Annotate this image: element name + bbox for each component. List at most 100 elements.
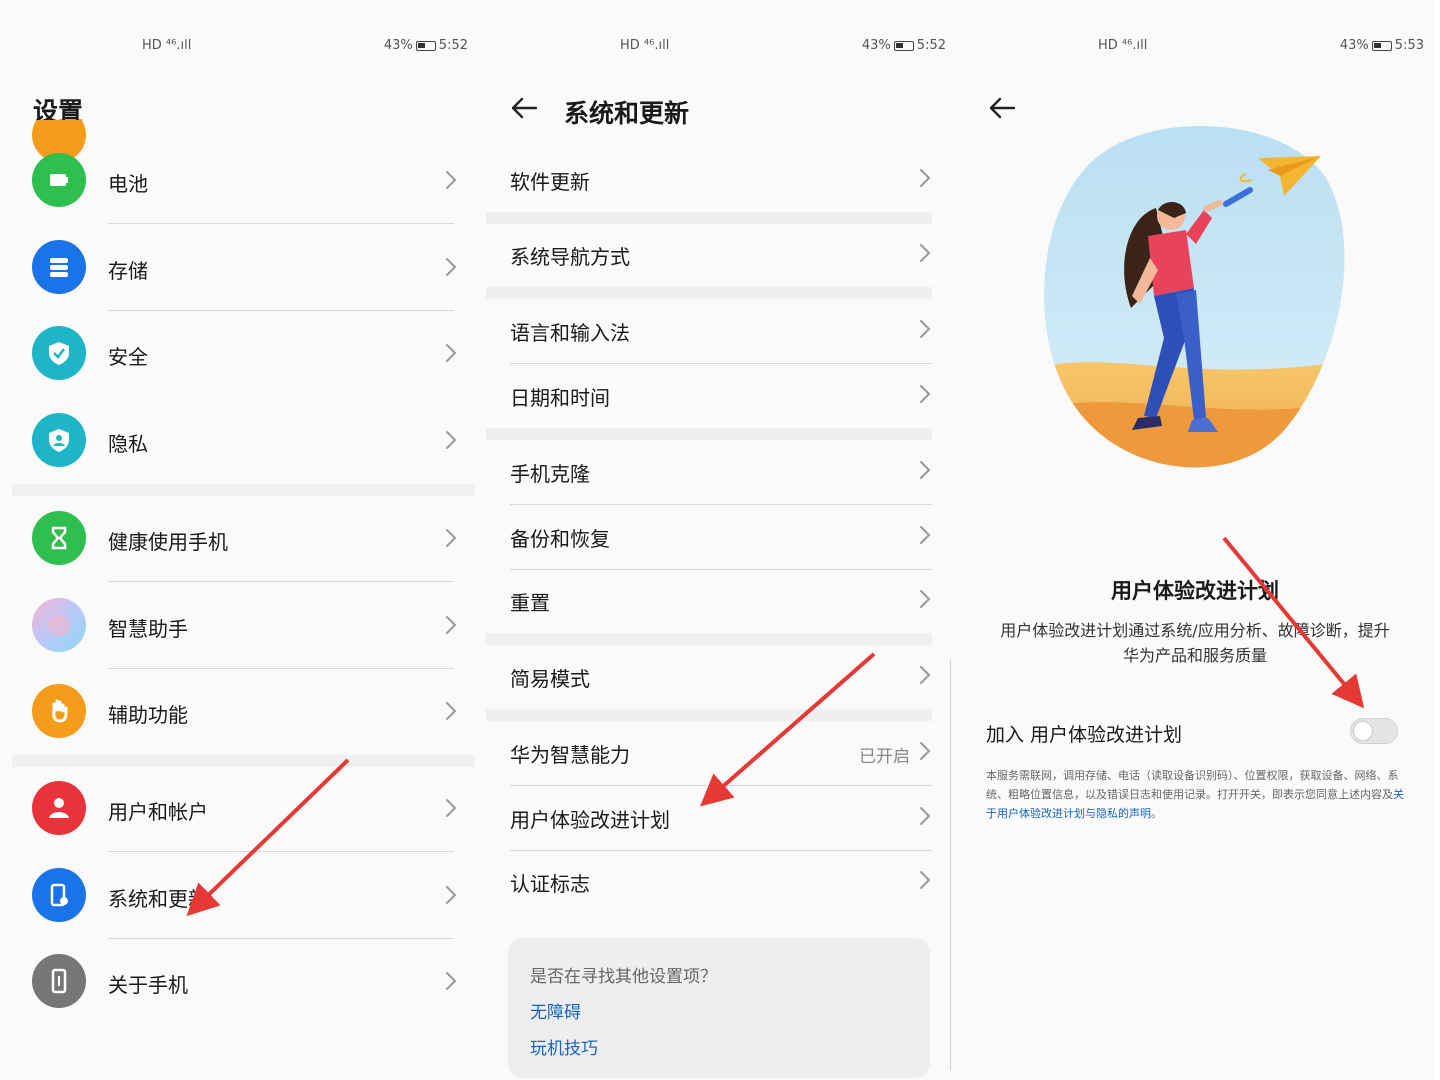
settings-item-label: 存储 (108, 259, 148, 283)
chevron-right-icon (918, 523, 932, 547)
settings-item[interactable]: 智慧助手 (0, 583, 478, 669)
battery-icon (415, 40, 436, 51)
settings-item-label: 隐私 (108, 432, 148, 456)
settings-item-label: 电池 (108, 172, 148, 196)
chevron-right-icon (918, 458, 932, 482)
battery-icon (1371, 40, 1392, 51)
system-setting-item[interactable]: 备份和恢复 (478, 505, 956, 570)
divider (108, 223, 454, 224)
settings-item-label: 辅助功能 (108, 703, 188, 727)
join-plan-label: 加入 用户体验改进计划 (986, 724, 1183, 746)
system-setting-label: 华为智慧能力 (510, 743, 630, 767)
ux-plan-heading: 用户体验改进计划 (1111, 579, 1279, 603)
system-setting-label: 重置 (510, 591, 550, 615)
settings-item[interactable]: 辅助功能 (0, 669, 478, 755)
chevron-right-icon (444, 883, 458, 907)
system-setting-label: 语言和输入法 (510, 321, 630, 345)
settings-item-label: 安全 (108, 345, 148, 369)
link-accessibility[interactable]: 无障碍 (530, 998, 581, 1023)
chevron-right-icon (918, 241, 932, 265)
shield-icon (49, 342, 69, 365)
settings-item[interactable]: 电池 (0, 138, 478, 224)
system-setting-label: 系统导航方式 (510, 245, 630, 269)
system-setting-label: 日期和时间 (510, 386, 610, 410)
system-setting-item[interactable]: 认证标志 (478, 850, 956, 915)
settings-screen: HD ⁴⁶.ıll 43% 5:52 设置 电池 存储 安全 隐私 健康使用手机 智慧助手辅… (0, 0, 478, 1080)
system-setting-item[interactable]: 华为智慧能力 已开启 (478, 721, 956, 786)
system-setting-item[interactable]: 系统导航方式 (478, 223, 956, 288)
system-setting-item[interactable]: 用户体验改进计划 (478, 786, 956, 851)
status-bar: HD ⁴⁶.ıll 43% 5:52 (478, 38, 956, 58)
system-setting-label: 备份和恢复 (510, 527, 610, 551)
settings-item[interactable]: 安全 (0, 311, 478, 397)
group-separator (486, 287, 932, 299)
divider (108, 851, 454, 852)
chevron-right-icon (918, 739, 932, 763)
hourglass-icon (51, 526, 67, 550)
chevron-right-icon (918, 868, 932, 892)
battery-icon-badge (32, 153, 86, 207)
chevron-right-icon (444, 969, 458, 993)
hourglass-icon-badge (32, 511, 86, 565)
chevron-right-icon (444, 796, 458, 820)
battery-status: 43% 5:52 (861, 38, 946, 53)
storage-icon (50, 258, 68, 277)
link-tips[interactable]: 玩机技巧 (530, 1034, 598, 1059)
settings-item[interactable]: 存储 (0, 225, 478, 311)
chevron-right-icon (918, 166, 932, 190)
battery-status: 43% 5:52 (383, 38, 468, 53)
settings-item-label: 系统和更新 (108, 887, 208, 911)
settings-item-label: 健康使用手机 (108, 530, 228, 554)
settings-item[interactable]: 关于手机 (0, 939, 478, 1025)
system-setting-item[interactable]: 手机克隆 (478, 440, 956, 505)
system-setting-item[interactable]: 日期和时间 (478, 364, 956, 429)
privacy-icon-badge (32, 413, 86, 467)
chevron-right-icon (444, 255, 458, 279)
settings-item[interactable]: 隐私 (0, 398, 478, 484)
ux-plan-fine-print: 本服务需联网，调用存储、电话（读取设备识别码）、位置权限，获取设备、网络、系统、… (986, 769, 1404, 820)
ux-plan-description: 用户体验改进计划通过系统/应用分析、故障诊断，提升华为产品和服务质量 (1000, 621, 1390, 665)
phone-icon-badge (32, 954, 86, 1008)
system-setting-label: 软件更新 (510, 170, 590, 194)
chevron-right-icon (444, 699, 458, 723)
system-setting-item[interactable]: 简易模式 (478, 645, 956, 710)
back-arrow-icon[interactable] (988, 96, 1016, 120)
phone-icon (51, 968, 67, 994)
signal-indicator: HD ⁴⁶.ıll (142, 38, 192, 53)
setting-status-value: 已开启 (859, 747, 910, 767)
assistant-icon (48, 614, 70, 636)
settings-item-label: 智慧助手 (108, 617, 188, 641)
group-separator (12, 484, 474, 496)
chevron-right-icon (444, 526, 458, 550)
system-setting-label: 认证标志 (510, 872, 590, 896)
chevron-right-icon (918, 587, 932, 611)
privacy-icon (49, 429, 69, 452)
divider (108, 581, 454, 582)
system-setting-label: 简易模式 (510, 667, 590, 691)
system-setting-item[interactable]: 软件更新 (478, 148, 956, 213)
user-icon (49, 798, 69, 818)
storage-icon-badge (32, 240, 86, 294)
system-setting-item[interactable]: 语言和输入法 (478, 299, 956, 364)
signal-indicator: HD ⁴⁶.ıll (620, 38, 670, 53)
back-arrow-icon[interactable] (510, 96, 538, 120)
chevron-right-icon (444, 613, 458, 637)
settings-item[interactable]: 用户和帐户 (0, 766, 478, 852)
battery-icon (50, 174, 68, 186)
page-title: 系统和更新 (564, 99, 690, 128)
battery-status: 43% 5:53 (1339, 38, 1424, 53)
battery-icon (893, 40, 914, 51)
settings-item[interactable]: 系统和更新 (0, 853, 478, 939)
settings-item-label: 关于手机 (108, 973, 188, 997)
status-bar: HD ⁴⁶.ıll 43% 5:52 (0, 38, 478, 58)
settings-item[interactable]: 健康使用手机 (0, 496, 478, 582)
system-setting-item[interactable]: 重置 (478, 569, 956, 634)
group-separator (486, 709, 932, 721)
join-plan-toggle[interactable] (1350, 718, 1398, 744)
user-icon-badge (32, 781, 86, 835)
suggestion-prompt: 是否在寻找其他设置项？ (530, 967, 717, 987)
hand-icon (52, 699, 68, 723)
system-setting-label: 手机克隆 (510, 462, 590, 486)
system-update-screen: HD ⁴⁶.ıll 43% 5:52 系统和更新 软件更新系统导航方式 语言和输入法… (478, 0, 956, 1080)
system-update-icon (50, 883, 68, 907)
